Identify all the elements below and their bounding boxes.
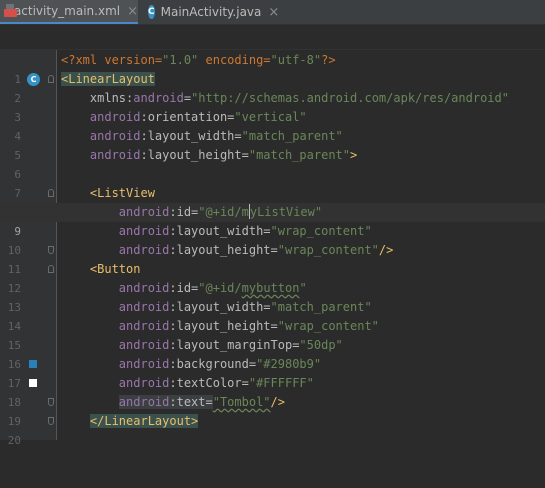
code-line-3[interactable]: 3 xmlns:android="http://schemas.android.… [0,89,545,124]
breadcrumb-strip [0,25,545,50]
java-class-icon: C [148,5,155,19]
code-line-7[interactable]: 7 [0,165,545,200]
code-line-5[interactable]: 5 android:layout_width="match_parent" [0,127,545,162]
code-line-20[interactable]: 20 </LinearLayout> [0,412,545,447]
code-line-13[interactable]: 13 android:id="@+id/mybutton" [0,279,545,314]
class-gutter-icon[interactable]: C [27,73,40,86]
code-text[interactable]: android:layout_marginTop="50dp" [61,336,343,355]
code-line-15[interactable]: 15 android:layout_height="wrap_content" [0,317,545,352]
fold-icon[interactable] [48,265,54,273]
code-text[interactable]: android:layout_height="wrap_content"/> [61,241,394,260]
code-text[interactable]: android:orientation="vertical" [61,108,307,127]
fold-icon[interactable] [48,246,54,254]
close-icon[interactable]: × [268,5,279,20]
code-text[interactable]: xmlns:android="http://schemas.android.co… [61,89,509,108]
code-text[interactable]: android:text="Tombol"/> [61,393,285,412]
code-line-18[interactable]: 18 android:textColor="#FFFFFF" [0,374,545,409]
line-number: 20 [7,434,21,447]
code-text[interactable]: android:id="@+id/myListView" [61,203,322,222]
code-line-19[interactable]: 19 android:text="Tombol"/> [0,393,545,428]
fold-icon[interactable] [48,75,54,83]
code-text[interactable]: <ListView [61,184,155,203]
code-text[interactable]: android:id="@+id/mybutton" [61,279,307,298]
code-text[interactable]: android:background="#2980b9" [61,355,321,374]
code-text[interactable]: android:layout_width="wrap_content" [61,222,372,241]
tab-label: activity_main.xml [13,4,121,18]
code-text[interactable]: android:layout_height="wrap_content" [61,317,379,336]
tab-label: MainActivity.java [160,5,262,19]
code-line-16[interactable]: 16 android:layout_marginTop="50dp" [0,336,545,371]
fold-icon[interactable] [48,417,54,425]
code-line-8[interactable]: 8 <ListView [0,184,545,219]
code-text[interactable]: android:textColor="#FFFFFF" [61,374,314,393]
code-line-6[interactable]: 6 android:layout_height="match_parent"> [0,146,545,181]
color-swatch-icon[interactable] [29,379,37,387]
tab-activity-main-xml[interactable]: activity_main.xml × [0,0,138,24]
fold-icon[interactable] [48,398,54,406]
code-line-17[interactable]: 17 android:background="#2980b9" [0,355,545,390]
typo-underline: "Tombol" [212,395,271,409]
code-line-12[interactable]: 12 <Button [0,260,545,295]
code-line-9[interactable]: 9 android:id="@+id/myListView" [0,203,545,238]
code-line-14[interactable]: 14 android:layout_width="match_parent" [0,298,545,333]
tab-mainactivity-java[interactable]: C MainActivity.java × [138,0,279,24]
code-line-2[interactable]: 2 C <LinearLayout [0,70,545,105]
color-swatch-icon[interactable] [29,360,37,368]
code-text[interactable]: </LinearLayout> [61,412,199,431]
code-text[interactable]: <LinearLayout [61,70,155,89]
close-icon[interactable]: × [127,4,138,19]
editor-tab-bar: activity_main.xml × C MainActivity.java … [0,0,545,25]
xml-layout-icon [4,4,17,18]
code-line-1[interactable]: 1 <?xml version="1.0" encoding="utf-8"?> [0,51,545,86]
code-line-11[interactable]: 11 android:layout_height="wrap_content"/… [0,241,545,276]
code-text[interactable]: <Button [61,260,141,279]
typo-underline: mybutton [241,281,300,295]
code-text[interactable]: android:layout_height="match_parent"> [61,146,357,165]
code-line-10[interactable]: 10 android:layout_width="wrap_content" [0,222,545,257]
code-text[interactable]: android:layout_width="match_parent" [61,127,343,146]
fold-icon[interactable] [48,189,54,197]
code-text[interactable]: <?xml version="1.0" encoding="utf-8"?> [61,51,336,70]
code-text[interactable]: android:layout_width="match_parent" [61,298,372,317]
code-line-4[interactable]: 4 android:orientation="vertical" [0,108,545,143]
